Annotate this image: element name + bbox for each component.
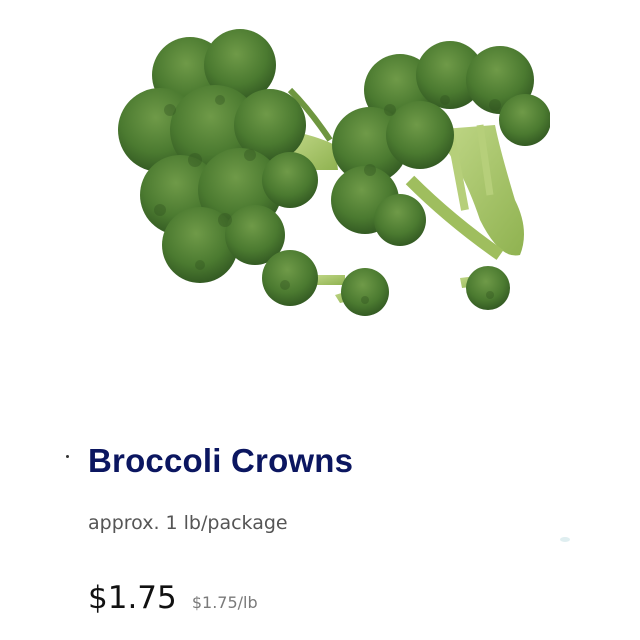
price: $1.75 [88, 580, 177, 616]
product-size: approx. 1 lb/package [88, 512, 288, 534]
unit-price: $1.75/lb [191, 593, 258, 612]
product-card[interactable]: Broccoli Crowns approx. 1 lb/package $1.… [0, 0, 640, 640]
product-title[interactable]: Broccoli Crowns [88, 442, 353, 480]
decorative-speck [560, 537, 570, 542]
decorative-speck [66, 455, 69, 458]
broccoli-image[interactable] [100, 20, 550, 330]
price-row: $1.75 $1.75/lb [88, 580, 258, 616]
